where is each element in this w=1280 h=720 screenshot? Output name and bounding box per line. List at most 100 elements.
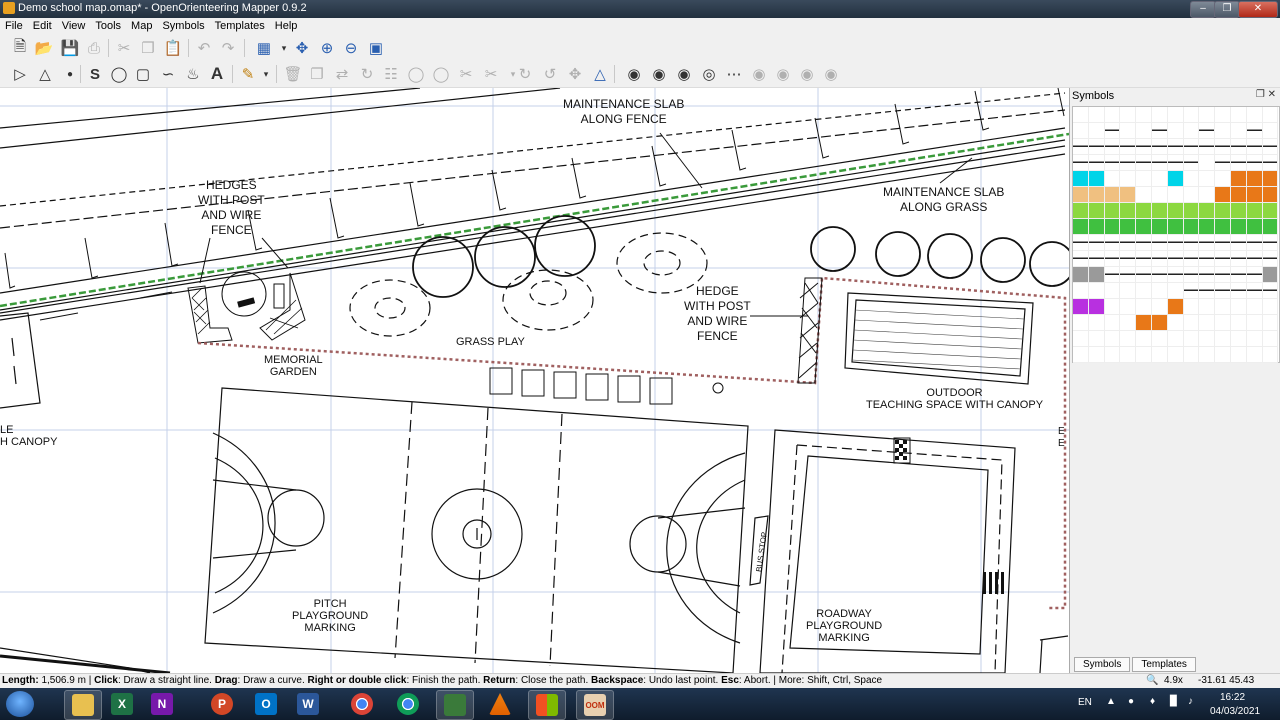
symbol-cell[interactable] (1136, 171, 1152, 187)
start-button[interactable] (6, 691, 34, 717)
menu-edit[interactable]: Edit (28, 18, 57, 32)
symbol-cell[interactable] (1215, 235, 1231, 251)
symbol-cell[interactable] (1183, 299, 1200, 315)
symbol-cell[interactable] (1246, 203, 1263, 219)
symbol-cell[interactable] (1183, 347, 1200, 363)
symbol-cell[interactable] (1136, 219, 1152, 235)
symbol-cell[interactable] (1151, 251, 1168, 267)
symbol-cell[interactable] (1088, 203, 1105, 219)
grid-icon[interactable]: ▦ (254, 38, 274, 58)
symbol-cell[interactable] (1167, 171, 1184, 187)
taskbar-excel[interactable]: X (104, 690, 140, 718)
taskbar-openorienteering[interactable]: OOM (576, 690, 614, 720)
symbol-cell[interactable] (1183, 251, 1200, 267)
symbol-cell[interactable] (1199, 299, 1216, 315)
symbol-cell[interactable] (1136, 235, 1152, 251)
symbol-cell[interactable] (1104, 139, 1121, 155)
symbol-cell[interactable] (1199, 139, 1216, 155)
symbol-cell[interactable] (1183, 123, 1200, 139)
symbol-cell[interactable] (1262, 203, 1279, 219)
symbol-cell[interactable] (1073, 347, 1089, 363)
symbol-cell[interactable] (1215, 283, 1231, 299)
symbol-cell[interactable] (1246, 251, 1263, 267)
symbol-cell[interactable] (1104, 251, 1121, 267)
symbol-cell[interactable] (1136, 251, 1152, 267)
symbol-cell[interactable] (1151, 155, 1168, 171)
symbol-cell[interactable] (1120, 203, 1137, 219)
menu-help[interactable]: Help (270, 18, 303, 32)
symbol-cell[interactable] (1199, 219, 1216, 235)
symbol-cell[interactable] (1262, 171, 1279, 187)
symbol-cell[interactable] (1088, 267, 1105, 283)
symbol-cell[interactable] (1230, 251, 1247, 267)
symbol-cell[interactable] (1199, 155, 1216, 171)
symbol-cell[interactable] (1183, 155, 1200, 171)
close-button[interactable]: ✕ (1238, 1, 1278, 18)
symbol-cell[interactable] (1088, 171, 1105, 187)
symbol-cell[interactable] (1262, 283, 1279, 299)
symbol-cell[interactable] (1088, 251, 1105, 267)
dash-points-icon[interactable]: ⋯ (724, 64, 744, 84)
symbol-cell[interactable] (1230, 203, 1247, 219)
symbol-cell[interactable] (1215, 299, 1231, 315)
draw-rectangle-icon[interactable]: ▢ (133, 64, 153, 84)
symbol-cell[interactable] (1120, 347, 1137, 363)
symbol-cell[interactable] (1136, 155, 1152, 171)
symbol-cell[interactable] (1199, 123, 1216, 139)
symbol-cell[interactable] (1183, 203, 1200, 219)
symbol-cell[interactable] (1230, 171, 1247, 187)
symbol-cell[interactable] (1151, 219, 1168, 235)
symbol-cell[interactable] (1167, 347, 1184, 363)
symbol-cell[interactable] (1136, 299, 1152, 315)
symbol-cell[interactable] (1136, 123, 1152, 139)
symbol-cell[interactable] (1215, 107, 1231, 123)
symbol-cell[interactable] (1167, 235, 1184, 251)
symbol-cell[interactable] (1104, 235, 1121, 251)
symbol-cell[interactable] (1073, 235, 1089, 251)
panel-float-icon[interactable]: ❐ ✕ (1256, 89, 1276, 100)
symbol-cell[interactable] (1088, 235, 1105, 251)
symbol-cell[interactable] (1246, 235, 1263, 251)
symbol-cell[interactable] (1262, 315, 1279, 331)
symbol-cell[interactable] (1199, 331, 1216, 347)
symbol-cell[interactable] (1215, 187, 1231, 203)
symbol-cell[interactable] (1183, 315, 1200, 331)
symbol-cell[interactable] (1120, 107, 1137, 123)
symbol-cell[interactable] (1183, 107, 1200, 123)
symbol-cell[interactable] (1073, 219, 1089, 235)
symbol-cell[interactable] (1151, 315, 1168, 331)
symbol-cell[interactable] (1088, 347, 1105, 363)
symbol-cell[interactable] (1073, 283, 1089, 299)
merge-area-icon[interactable]: ◉ (749, 64, 769, 84)
taskbar-vlc[interactable] (482, 690, 518, 718)
move-icon[interactable]: ✥ (565, 64, 585, 84)
symbol-cell[interactable] (1215, 155, 1231, 171)
symbol-cell[interactable] (1199, 187, 1216, 203)
taskbar-store[interactable] (528, 690, 566, 720)
clock-time[interactable]: 16:22 (1220, 692, 1245, 703)
symbol-cell[interactable] (1120, 283, 1137, 299)
symbol-cell[interactable] (1230, 235, 1247, 251)
symbol-cell[interactable] (1136, 107, 1152, 123)
symbol-cell[interactable] (1104, 203, 1121, 219)
zoom-in-icon[interactable]: ⊕ (317, 38, 337, 58)
symbol-cell[interactable] (1167, 283, 1184, 299)
symbol-cell[interactable] (1151, 283, 1168, 299)
menu-view[interactable]: View (57, 18, 91, 32)
symbol-cell[interactable] (1104, 267, 1121, 283)
symbol-cell[interactable] (1151, 331, 1168, 347)
symbol-cell[interactable] (1167, 315, 1184, 331)
symbol-cell[interactable] (1262, 187, 1279, 203)
open-folder-icon[interactable]: 📂 (34, 38, 54, 58)
symbol-cell[interactable] (1230, 299, 1247, 315)
symbol-cell[interactable] (1230, 107, 1247, 123)
symbol-cell[interactable] (1230, 123, 1247, 139)
symbol-cell[interactable] (1088, 219, 1105, 235)
symbol-cell[interactable] (1230, 267, 1247, 283)
symbol-cell[interactable] (1167, 123, 1184, 139)
difference-icon[interactable]: ◉ (674, 64, 694, 84)
zoom-out-icon[interactable]: ⊖ (341, 38, 361, 58)
draw-path-icon[interactable]: S (85, 64, 105, 84)
symbol-cell[interactable] (1104, 315, 1121, 331)
symbol-cell[interactable] (1262, 347, 1279, 363)
